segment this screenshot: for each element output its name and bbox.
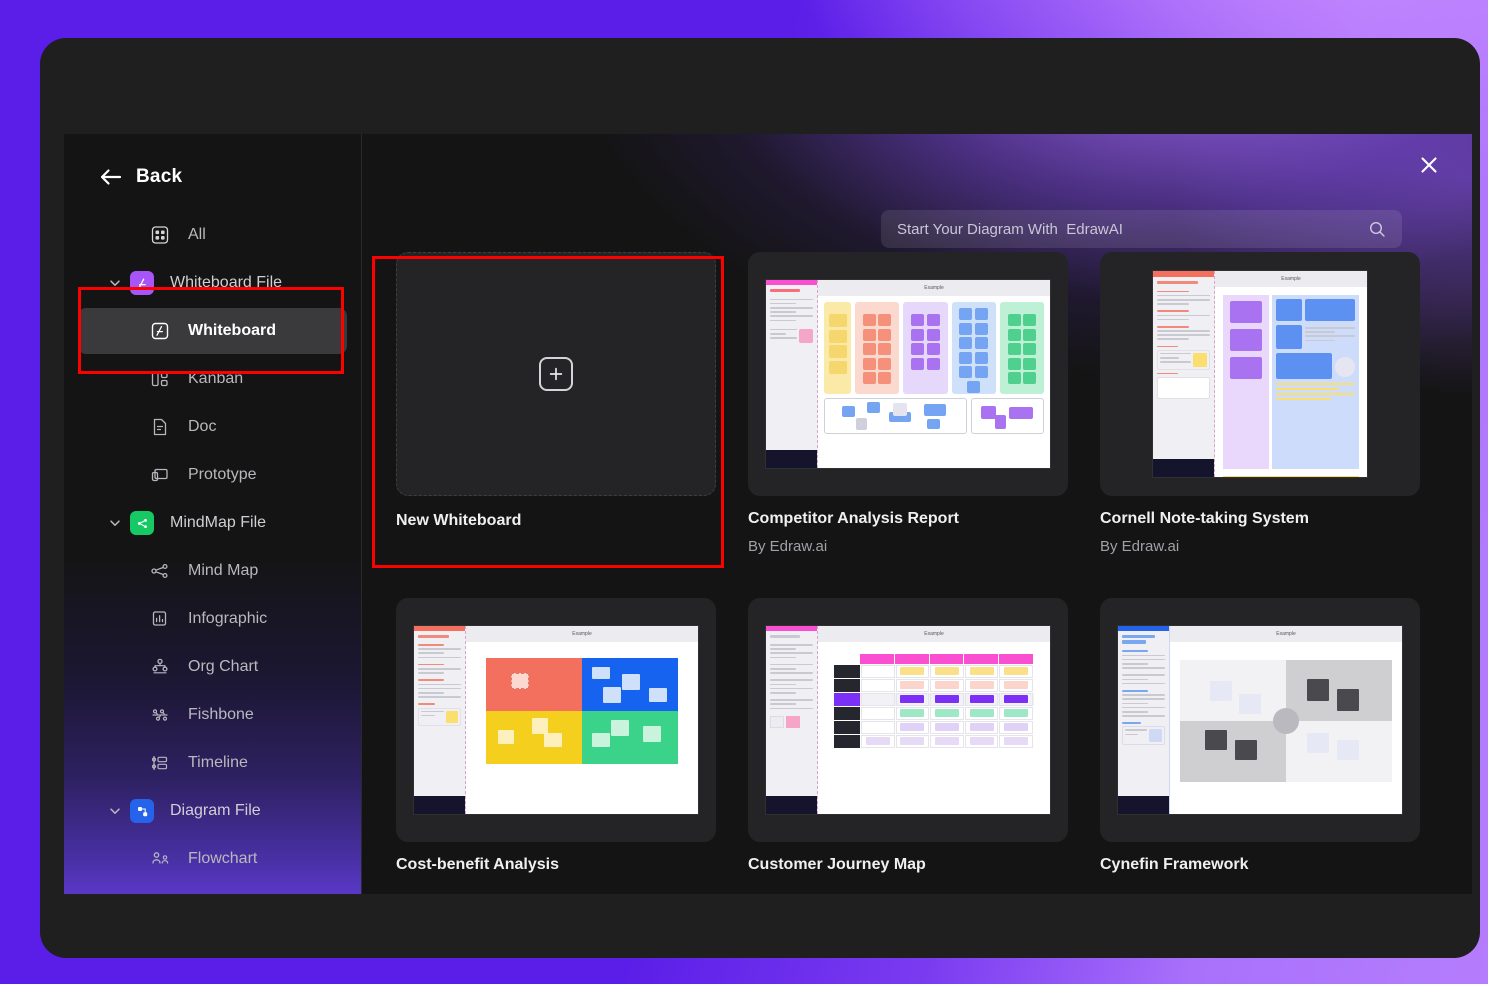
fishbone-icon [148,703,172,727]
orgchart-icon [148,655,172,679]
flowchart-icon [148,847,172,871]
sidebar-item-fishbone[interactable]: Fishbone [78,692,347,738]
card-title: Cost-benefit Analysis [396,855,559,873]
content-area: New Whiteboard [362,134,1472,894]
chevron-down-icon[interactable] [104,804,126,818]
grid-icon [148,223,172,247]
sidebar-item-label: Infographic [188,610,268,627]
back-label: Back [136,166,183,187]
card-cynefin-framework[interactable]: Example Cynefin Framework [1100,597,1420,895]
card-cost-benefit-analysis[interactable]: Example Cost-benefit Analysis [396,597,716,895]
card-customer-journey-map[interactable]: Example Customer Journey Map [748,597,1068,895]
sidebar-item-kanban[interactable]: Kanban [78,356,347,402]
search-icon[interactable] [1368,220,1386,238]
sidebar-item-all[interactable]: All [78,212,347,258]
card-author: By Edraw.ai [1100,538,1180,555]
template-grid: New Whiteboard Example Competitor Analys… [362,252,1472,894]
sidebar-item-label: Kanban [188,370,244,387]
template-gallery-modal: Back All Whiteboard File Whiteboard Kanb… [64,134,1472,894]
card-title: Competitor Analysis Report [748,510,959,527]
sidebar-item-flowchart[interactable]: Flowchart [78,836,347,882]
sidebar-item-label: Doc [188,418,217,435]
infographic-icon [148,607,172,631]
mindmap-badge-icon [130,511,154,535]
cynefin-thumbnail[interactable]: Example [1100,597,1420,842]
whiteboard-icon [148,319,172,343]
sidebar-group-label: Whiteboard File [170,274,283,291]
card-cornell-note-taking-system[interactable]: Example Cornell Note-taking System By Ed… [1100,252,1420,576]
cost-benefit-thumbnail[interactable]: Example [396,597,716,842]
chevron-down-icon[interactable] [104,516,126,530]
chevron-down-icon[interactable] [104,276,126,290]
search-input[interactable] [897,220,1368,238]
sidebar-item-prototype[interactable]: Prototype [78,452,347,498]
timeline-icon [148,751,172,775]
new-whiteboard-thumbnail[interactable] [396,252,716,496]
sidebar-item-org-chart[interactable]: Org Chart [78,644,347,690]
sidebar-item-infographic[interactable]: Infographic [78,596,347,642]
sidebar-group-label: Diagram File [170,802,261,819]
sidebar-group-label: MindMap File [170,514,267,531]
sidebar-item-label: Prototype [188,466,257,483]
sidebar-group-diagram-file[interactable]: Diagram File [78,788,347,834]
plus-icon [539,357,573,391]
search-bar [881,210,1402,248]
customer-journey-thumbnail[interactable]: Example [748,597,1068,842]
sidebar-group-mindmap-file[interactable]: MindMap File [78,500,347,546]
sidebar-item-whiteboard[interactable]: Whiteboard [78,308,347,354]
back-arrow-icon [100,168,122,186]
sidebar-item-label: Org Chart [188,658,259,675]
back-button[interactable]: Back [64,156,361,188]
thumb-header-label: Example [1170,625,1402,642]
sidebar-item-label: Mind Map [188,562,259,579]
thumb-header-label: Example [818,280,1050,296]
prototype-icon [148,463,172,487]
close-button[interactable] [1412,148,1446,182]
search-box[interactable] [881,210,1402,248]
mindmap-icon [148,559,172,583]
sidebar-nav: All Whiteboard File Whiteboard Kanban Do… [64,212,361,894]
sidebar-item-doc[interactable]: Doc [78,404,347,450]
sidebar-item-label: All [188,226,206,243]
whiteboard-badge-icon [130,271,154,295]
sidebar-item-timeline[interactable]: Timeline [78,740,347,786]
sidebar-group-whiteboard-file[interactable]: Whiteboard File [78,260,347,306]
doc-icon [148,415,172,439]
card-title: Customer Journey Map [748,855,926,873]
thumb-header-label: Example [818,625,1050,642]
app-window: Back All Whiteboard File Whiteboard Kanb… [40,38,1480,958]
competitor-analysis-thumbnail[interactable]: Example [748,252,1068,496]
sidebar-item-label: Timeline [188,754,248,771]
card-competitor-analysis-report[interactable]: Example Competitor Analysis Report By Ed… [748,252,1068,576]
thumb-header-label: Example [1215,271,1367,287]
card-new-whiteboard[interactable]: New Whiteboard [396,252,716,576]
sidebar-item-label: Whiteboard [188,322,276,339]
card-title: Cynefin Framework [1100,855,1249,873]
sidebar-item-label: Fishbone [188,706,254,723]
sidebar-item-label: Flowchart [188,850,258,867]
thumb-header-label: Example [466,625,698,642]
sidebar: Back All Whiteboard File Whiteboard Kanb… [64,134,362,894]
sidebar-item-roadmap[interactable]: Roadmap [78,884,347,894]
kanban-icon [148,367,172,391]
card-title: New Whiteboard [396,512,522,529]
diagram-badge-icon [130,799,154,823]
card-author: By Edraw.ai [748,538,828,555]
cornell-thumbnail[interactable]: Example [1100,252,1420,496]
sidebar-item-mind-map[interactable]: Mind Map [78,548,347,594]
card-title: Cornell Note-taking System [1100,510,1309,527]
